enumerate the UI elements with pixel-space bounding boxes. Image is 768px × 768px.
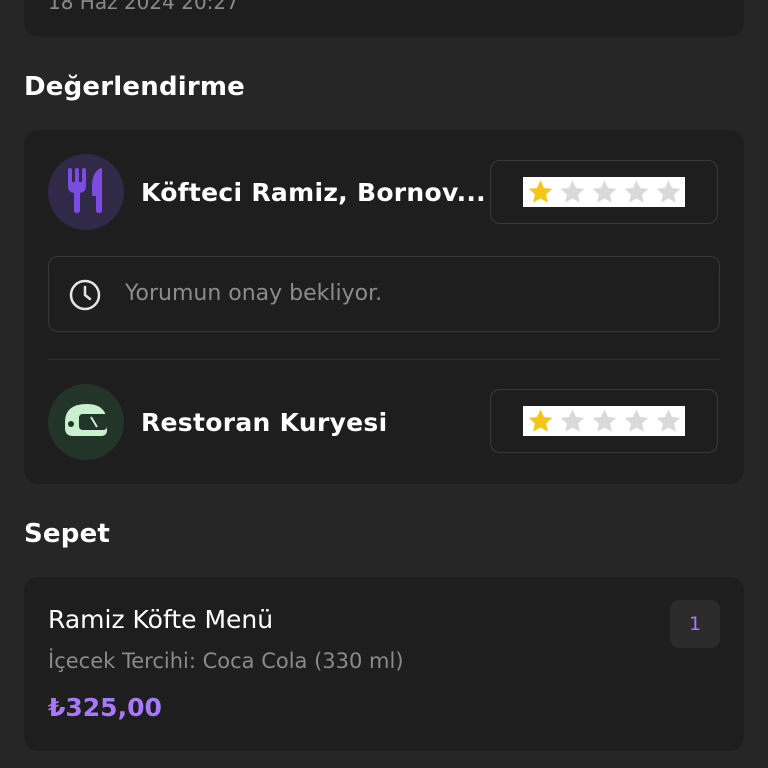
restaurant-stars <box>523 177 685 207</box>
pending-message: Yorumun onay bekliyor. <box>125 281 383 306</box>
order-info-card: 18 Haz 2024 20:27 <box>24 0 744 37</box>
rating-section-title: Değerlendirme <box>24 72 246 102</box>
restaurant-name: Köfteci Ramiz, Bornov... <box>141 178 486 207</box>
clock-icon <box>69 279 101 315</box>
item-price: ₺325,00 <box>48 693 162 722</box>
divider <box>48 359 720 360</box>
restaurant-star-rating[interactable] <box>490 160 718 224</box>
star-empty-icon[interactable] <box>558 178 587 207</box>
star-filled-icon[interactable] <box>526 178 555 207</box>
star-filled-icon[interactable] <box>526 407 555 436</box>
item-option: İçecek Tercihi: Coca Cola (330 ml) <box>48 649 404 673</box>
star-empty-icon[interactable] <box>654 178 683 207</box>
star-empty-icon[interactable] <box>590 407 619 436</box>
order-date: 18 Haz 2024 20:27 <box>48 0 239 14</box>
courier-name: Restoran Kuryesi <box>141 408 388 437</box>
basket-section-title: Sepet <box>24 519 111 549</box>
courier-avatar <box>48 384 124 460</box>
restaurant-avatar <box>48 154 124 230</box>
star-empty-icon[interactable] <box>558 407 587 436</box>
quantity-badge: 1 <box>670 600 720 648</box>
review-pending-notice: Yorumun onay bekliyor. <box>48 256 720 332</box>
basket-item-card: Ramiz Köfte Menü İçecek Tercihi: Coca Co… <box>24 577 744 751</box>
star-empty-icon[interactable] <box>622 178 651 207</box>
fork-knife-icon <box>64 166 108 218</box>
star-empty-icon[interactable] <box>622 407 651 436</box>
star-empty-icon[interactable] <box>590 178 619 207</box>
courier-helmet-icon <box>61 400 111 444</box>
courier-stars <box>523 406 685 436</box>
item-name: Ramiz Köfte Menü <box>48 605 274 634</box>
rating-card: Köfteci Ramiz, Bornov... Yorumun onay be… <box>24 130 744 484</box>
star-empty-icon[interactable] <box>654 407 683 436</box>
courier-star-rating[interactable] <box>490 389 718 453</box>
